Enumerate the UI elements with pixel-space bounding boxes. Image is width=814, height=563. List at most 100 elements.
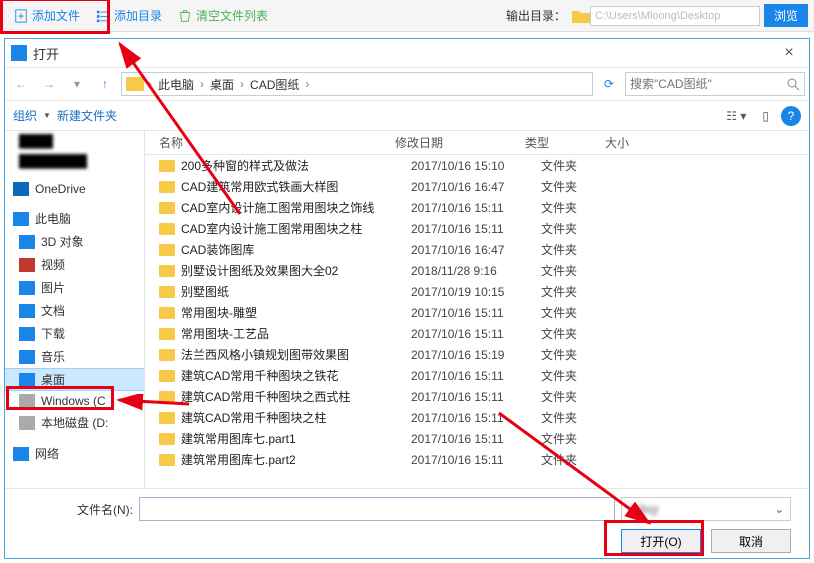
file-row[interactable]: 建筑常用图库七.part22017/10/16 15:11文件夹 xyxy=(145,449,809,470)
tree-label: 视频 xyxy=(41,256,65,273)
file-name: 建筑CAD常用千种图块之西式柱 xyxy=(181,388,411,405)
tree-videos[interactable]: 视频 xyxy=(5,253,144,276)
file-type: 文件夹 xyxy=(541,241,621,258)
file-row[interactable]: 建筑常用图库七.part12017/10/16 15:11文件夹 xyxy=(145,428,809,449)
chevron-right-icon: › xyxy=(303,77,311,91)
tree-music[interactable]: 音乐 xyxy=(5,345,144,368)
file-name: CAD室内设计施工图常用图块之饰线 xyxy=(181,199,411,216)
search-input[interactable] xyxy=(630,77,786,91)
tree-drive-d[interactable]: 本地磁盘 (D: xyxy=(5,411,144,434)
nav-up-icon[interactable]: ↑ xyxy=(93,72,117,96)
tree-network[interactable]: 网络 xyxy=(5,442,144,465)
nav-recent-icon[interactable]: ▾ xyxy=(65,72,89,96)
folder-icon xyxy=(159,181,175,193)
folder-icon xyxy=(159,391,175,403)
file-type: 文件夹 xyxy=(541,283,621,300)
file-type: 文件夹 xyxy=(541,367,621,384)
file-name: CAD建筑常用欧式铁画大样图 xyxy=(181,178,411,195)
breadcrumb-item[interactable]: CAD图纸 xyxy=(248,76,301,93)
file-name: 别墅设计图纸及效果图大全02 xyxy=(181,262,411,279)
file-date: 2017/10/16 15:11 xyxy=(411,390,541,404)
tree-label: 音乐 xyxy=(41,348,65,365)
file-row[interactable]: 法兰西风格小镇规划图带效果图2017/10/16 15:19文件夹 xyxy=(145,344,809,365)
view-mode-button[interactable]: ☷ ▾ xyxy=(722,107,750,125)
folder-icon xyxy=(159,412,175,424)
outdir-input[interactable] xyxy=(590,6,760,26)
close-icon[interactable]: × xyxy=(775,44,803,62)
file-row[interactable]: CAD室内设计施工图常用图块之饰线2017/10/16 15:11文件夹 xyxy=(145,197,809,218)
file-row[interactable]: 200多种窗的样式及做法2017/10/16 15:10文件夹 xyxy=(145,155,809,176)
new-folder-button[interactable]: 新建文件夹 xyxy=(57,107,117,124)
organize-button[interactable]: 组织 xyxy=(13,107,37,124)
folder-icon xyxy=(159,286,175,298)
open-button[interactable]: 打开(O) xyxy=(621,529,701,553)
add-dir-label: 添加目录 xyxy=(114,7,162,24)
tree-desktop[interactable]: 桌面 xyxy=(5,368,144,391)
folder-icon xyxy=(159,328,175,340)
file-row[interactable]: 常用图块-雕塑2017/10/16 15:11文件夹 xyxy=(145,302,809,323)
dialog-icon xyxy=(11,45,27,61)
file-row[interactable]: 建筑CAD常用千种图块之柱2017/10/16 15:11文件夹 xyxy=(145,407,809,428)
col-type[interactable]: 类型 xyxy=(525,134,605,151)
file-list-header[interactable]: 名称 修改日期 类型 大小 xyxy=(145,131,809,155)
outdir-label: 输出目录： xyxy=(506,7,566,24)
chevron-down-icon: ⌄ xyxy=(774,502,784,516)
file-name: 建筑常用图库七.part2 xyxy=(181,451,411,468)
help-icon[interactable]: ? xyxy=(781,106,801,126)
tree-label: Windows (C xyxy=(41,394,106,408)
tree-this-pc[interactable]: 此电脑 xyxy=(5,207,144,230)
tree-label: 网络 xyxy=(35,445,59,462)
cancel-button[interactable]: 取消 xyxy=(711,529,791,553)
filetype-select[interactable]: *.dwg ⌄ xyxy=(621,497,791,521)
file-date: 2017/10/16 15:19 xyxy=(411,348,541,362)
file-name: 200多种窗的样式及做法 xyxy=(181,157,411,174)
col-name[interactable]: 名称 xyxy=(145,134,395,151)
file-row[interactable]: CAD建筑常用欧式铁画大样图2017/10/16 16:47文件夹 xyxy=(145,176,809,197)
col-date[interactable]: 修改日期 xyxy=(395,134,525,151)
file-name: 法兰西风格小镇规划图带效果图 xyxy=(181,346,411,363)
breadcrumb[interactable]: › 此电脑 › 桌面 › CAD图纸 › xyxy=(121,72,593,96)
file-type: 文件夹 xyxy=(541,157,621,174)
preview-button[interactable]: ▯ xyxy=(758,107,773,125)
file-name: 别墅图纸 xyxy=(181,283,411,300)
clear-list-button[interactable]: 清空文件列表 xyxy=(170,3,276,28)
file-type: 文件夹 xyxy=(541,451,621,468)
browse-button[interactable]: 浏览 xyxy=(764,4,808,27)
file-row[interactable]: 别墅图纸2017/10/19 10:15文件夹 xyxy=(145,281,809,302)
breadcrumb-item[interactable]: 此电脑 xyxy=(156,76,196,93)
file-type: 文件夹 xyxy=(541,430,621,447)
tree-downloads[interactable]: 下载 xyxy=(5,322,144,345)
search-box[interactable] xyxy=(625,72,805,96)
file-type: 文件夹 xyxy=(541,199,621,216)
tree-label: 此电脑 xyxy=(35,210,71,227)
file-row[interactable]: 建筑CAD常用千种图块之铁花2017/10/16 15:11文件夹 xyxy=(145,365,809,386)
nav-back-icon[interactable]: ← xyxy=(9,72,33,96)
tree-3d-objects[interactable]: 3D 对象 xyxy=(5,230,144,253)
file-type: 文件夹 xyxy=(541,325,621,342)
nav-forward-icon[interactable]: → xyxy=(37,72,61,96)
tree-documents[interactable]: 文档 xyxy=(5,299,144,322)
file-row[interactable]: 别墅设计图纸及效果图大全022018/11/28 9:16文件夹 xyxy=(145,260,809,281)
file-row[interactable]: CAD室内设计施工图常用图块之柱2017/10/16 15:11文件夹 xyxy=(145,218,809,239)
add-dir-button[interactable]: 添加目录 xyxy=(88,3,170,28)
tree-pictures[interactable]: 图片 xyxy=(5,276,144,299)
file-date: 2017/10/16 16:47 xyxy=(411,243,541,257)
refresh-icon[interactable]: ⟳ xyxy=(597,72,621,96)
file-date: 2017/10/16 15:11 xyxy=(411,369,541,383)
add-file-label: 添加文件 xyxy=(32,7,80,24)
col-size[interactable]: 大小 xyxy=(605,134,809,151)
breadcrumb-item[interactable]: 桌面 xyxy=(208,76,236,93)
file-row[interactable]: 建筑CAD常用千种图块之西式柱2017/10/16 15:11文件夹 xyxy=(145,386,809,407)
add-file-button[interactable]: 添加文件 xyxy=(6,3,88,28)
file-name: CAD室内设计施工图常用图块之柱 xyxy=(181,220,411,237)
tree-onedrive[interactable]: OneDrive xyxy=(5,179,144,199)
chevron-right-icon: › xyxy=(146,77,154,91)
tree-drive-c[interactable]: Windows (C xyxy=(5,391,144,411)
filename-input[interactable] xyxy=(139,497,615,521)
tree-label: 3D 对象 xyxy=(41,233,84,250)
file-row[interactable]: CAD装饰图库2017/10/16 16:47文件夹 xyxy=(145,239,809,260)
chevron-down-icon[interactable]: ▼ xyxy=(43,111,51,120)
dialog-toolbar: 组织 ▼ 新建文件夹 ☷ ▾ ▯ ? xyxy=(5,101,809,131)
folder-tree[interactable]: ████ ████████ OneDrive 此电脑 3D 对象 视频 图片 文… xyxy=(5,131,145,488)
file-row[interactable]: 常用图块-工艺品2017/10/16 15:11文件夹 xyxy=(145,323,809,344)
